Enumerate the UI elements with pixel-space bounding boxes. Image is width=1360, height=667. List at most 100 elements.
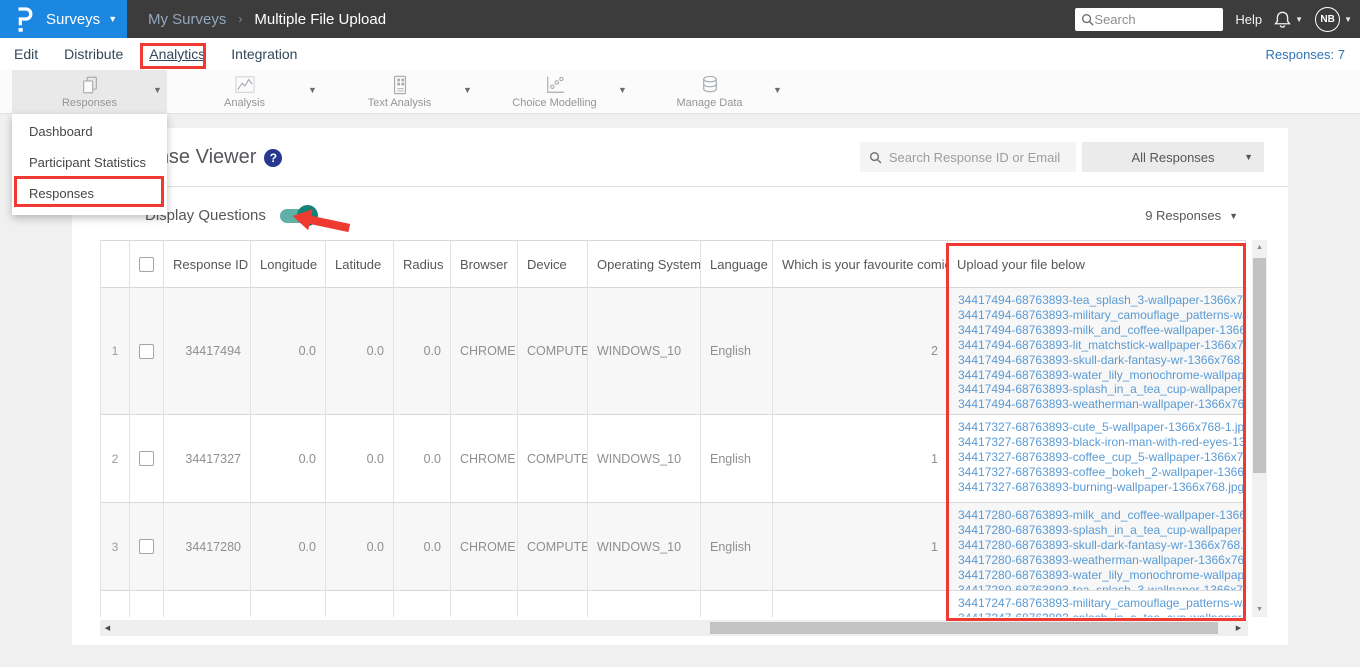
nav-tab-edit[interactable]: Edit xyxy=(14,46,38,62)
chevron-down-icon[interactable]: ▼ xyxy=(308,85,317,95)
cell-uploaded-files: 34417327-68763893-cute_5-wallpaper-1366x… xyxy=(948,415,1246,503)
surveys-product-switcher[interactable]: Surveys ▼ xyxy=(0,0,127,38)
app-root: Surveys ▼ My Surveys › Multiple File Upl… xyxy=(0,0,1360,667)
toolbar-item-label: Choice Modelling xyxy=(512,97,597,109)
select-all-checkbox[interactable] xyxy=(139,256,154,272)
uploaded-file-link[interactable]: 34417327-68763893-coffee_bokeh_2-wallpap… xyxy=(958,465,1245,480)
row-number-cell: 2 xyxy=(100,415,130,503)
toolbar-item-manage-data[interactable]: Manage Data xyxy=(632,70,787,114)
uploaded-file-link[interactable]: 34417280-68763893-water_lily_monochrome-… xyxy=(958,568,1245,583)
column-header-label: Response ID xyxy=(173,256,249,272)
response-search-input[interactable] xyxy=(888,149,1067,165)
help-link[interactable]: Help xyxy=(1235,12,1262,27)
vertical-scrollbar[interactable]: ▲ ▼ xyxy=(1252,240,1267,617)
table-row: 34417247-68763893-military_camouflage_pa… xyxy=(100,591,1248,617)
column-header-label: Which is your favourite comics? xyxy=(782,256,948,272)
column-header-upload-your-file-below[interactable]: Upload your file below xyxy=(948,240,1246,288)
nav-tab-integration[interactable]: Integration xyxy=(231,46,297,62)
uploaded-file-link[interactable]: 34417494-68763893-splash_in_a_tea_cup-wa… xyxy=(958,382,1245,397)
toolbar-item-label: Manage Data xyxy=(676,97,743,109)
uploaded-file-link[interactable]: 34417494-68763893-milk_and_coffee-wallpa… xyxy=(958,323,1245,338)
menu-item-participant-statistics[interactable]: Participant Statistics xyxy=(12,147,167,178)
menu-item-responses[interactable]: Responses xyxy=(12,178,167,209)
nav-tab-distribute[interactable]: Distribute xyxy=(64,46,123,62)
response-filter-dropdown[interactable]: All Responses ▼ xyxy=(1082,142,1264,172)
scroll-up-icon[interactable]: ▲ xyxy=(1252,240,1267,255)
column-header-which-is-your-favourite-comics[interactable]: Which is your favourite comics? xyxy=(773,240,948,288)
column-header-device[interactable]: Device xyxy=(518,240,588,288)
global-search[interactable] xyxy=(1075,7,1224,31)
column-header-browser[interactable]: Browser xyxy=(451,240,518,288)
column-header-language[interactable]: Language xyxy=(701,240,773,288)
toolbar-item-label: Text Analysis xyxy=(367,97,432,109)
uploaded-file-link[interactable]: 34417494-68763893-tea_splash_3-wallpaper… xyxy=(958,293,1245,308)
vertical-scrollbar-thumb[interactable] xyxy=(1253,258,1266,473)
toolbar-item-responses[interactable]: Responses xyxy=(12,70,167,114)
notifications-button[interactable]: ▼ xyxy=(1274,10,1303,29)
menu-item-dashboard[interactable]: Dashboard xyxy=(12,116,167,147)
column-header-label: Radius xyxy=(403,256,444,272)
chevron-down-icon[interactable]: ▼ xyxy=(463,85,472,95)
row-checkbox[interactable] xyxy=(139,451,154,466)
responses-count-value: 9 Responses xyxy=(1145,208,1222,223)
cell-radius xyxy=(394,591,451,617)
toolbar-item-text-analysis[interactable]: Text Analysis xyxy=(322,70,477,114)
uploaded-file-link[interactable]: 34417280-68763893-milk_and_coffee-wallpa… xyxy=(958,508,1245,523)
table-row: 1344174940.00.00.0CHROMECOMPUTERWINDOWS_… xyxy=(100,288,1248,415)
toolbar-item-choice-modelling[interactable]: Choice Modelling xyxy=(477,70,632,114)
column-header-longitude[interactable]: Longitude xyxy=(251,240,326,288)
responses-count-dropdown[interactable]: 9 Responses ▼ xyxy=(1145,208,1238,223)
help-icon[interactable]: ? xyxy=(264,148,283,167)
scroll-left-icon[interactable]: ◀ xyxy=(100,620,115,636)
search-icon xyxy=(869,151,882,164)
uploaded-file-link[interactable]: 34417494-68763893-military_camouflage_pa… xyxy=(958,308,1245,323)
uploaded-file-link[interactable]: 34417327-68763893-coffee_cup_5-wallpaper… xyxy=(958,450,1245,465)
chevron-down-icon: ▼ xyxy=(1344,14,1352,24)
breadcrumb-survey-name: Multiple File Upload xyxy=(254,10,387,28)
uploaded-file-link[interactable]: 34417247-68763893-splash_in_a_tea_cup-wa… xyxy=(958,611,1245,617)
row-checkbox-cell xyxy=(130,415,164,503)
uploaded-file-link[interactable]: 34417247-68763893-military_camouflage_pa… xyxy=(958,596,1245,611)
uploaded-file-link[interactable]: 34417494-68763893-water_lily_monochrome-… xyxy=(958,368,1245,383)
responses-count[interactable]: Responses: 7 xyxy=(1266,38,1346,70)
chevron-down-icon: ▼ xyxy=(1295,14,1304,24)
column-header-response-id[interactable]: Response ID▲ xyxy=(164,240,251,288)
avatar[interactable]: NB xyxy=(1315,6,1341,32)
uploaded-file-link[interactable]: 34417494-68763893-lit_matchstick-wallpap… xyxy=(958,338,1245,353)
uploaded-file-link[interactable]: 34417494-68763893-weatherman-wallpaper-1… xyxy=(958,397,1245,412)
global-search-input[interactable] xyxy=(1094,11,1213,27)
account-menu[interactable]: NB ▼ xyxy=(1315,6,1352,32)
horizontal-scrollbar-thumb[interactable] xyxy=(710,622,1218,634)
uploaded-file-link[interactable]: 34417327-68763893-cute_5-wallpaper-1366x… xyxy=(958,420,1245,435)
scroll-down-icon[interactable]: ▼ xyxy=(1252,602,1267,617)
uploaded-file-link[interactable]: 34417280-68763893-skull-dark-fantasy-wr-… xyxy=(958,538,1245,553)
analysis-icon xyxy=(234,75,256,95)
uploaded-file-link[interactable]: 34417327-68763893-burning-wallpaper-1366… xyxy=(958,480,1245,495)
scroll-right-icon[interactable]: ▶ xyxy=(1231,620,1246,636)
nav-tab-analytics[interactable]: Analytics xyxy=(149,46,205,62)
chevron-down-icon[interactable]: ▼ xyxy=(153,85,162,95)
breadcrumb-my-surveys[interactable]: My Surveys xyxy=(148,11,226,28)
cell-browser: CHROME xyxy=(451,288,518,415)
uploaded-file-link[interactable]: 34417494-68763893-skull-dark-fantasy-wr-… xyxy=(958,353,1245,368)
row-checkbox[interactable] xyxy=(139,539,154,554)
column-header-latitude[interactable]: Latitude xyxy=(326,240,394,288)
row-checkbox[interactable] xyxy=(139,343,154,359)
toolbar-item-analysis[interactable]: Analysis xyxy=(167,70,322,114)
display-questions-toggle[interactable] xyxy=(279,204,318,226)
text-analysis-icon xyxy=(392,75,408,95)
uploaded-file-link[interactable]: 34417280-68763893-weatherman-wallpaper-1… xyxy=(958,553,1245,568)
chevron-down-icon[interactable]: ▼ xyxy=(618,85,627,95)
uploaded-file-link[interactable]: 34417280-68763893-splash_in_a_tea_cup-wa… xyxy=(958,523,1245,538)
cell-favourite-comics xyxy=(773,591,948,617)
response-search[interactable] xyxy=(860,142,1076,172)
horizontal-scrollbar[interactable]: ◀ ▶ xyxy=(100,620,1248,636)
uploaded-file-link[interactable]: 34417327-68763893-black-iron-man-with-re… xyxy=(958,435,1245,450)
column-header-operating-system[interactable]: Operating System xyxy=(588,240,701,288)
chevron-down-icon[interactable]: ▼ xyxy=(773,85,782,95)
cell-radius: 0.0 xyxy=(394,503,451,591)
uploaded-file-link[interactable]: 34417280-68763893-tea_splash_3-wallpaper… xyxy=(958,583,1245,590)
row-number-header-cell xyxy=(100,240,130,288)
column-header-radius[interactable]: Radius xyxy=(394,240,451,288)
cell-device: COMPUTER xyxy=(518,503,588,591)
